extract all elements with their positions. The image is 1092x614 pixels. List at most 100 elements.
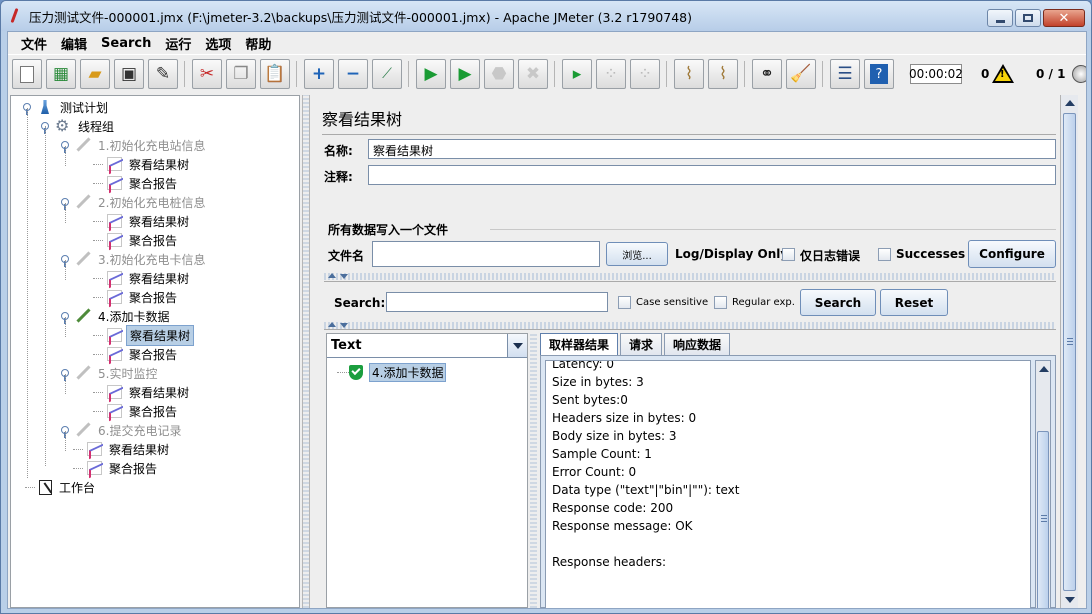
tab-request[interactable]: 请求 (620, 333, 663, 355)
tree-node[interactable]: 2.初始化充电桩信息 (61, 193, 208, 211)
result-scrollbar[interactable] (1035, 360, 1051, 608)
start-no-pauses-button[interactable]: ▶ (450, 59, 480, 89)
case-sensitive-checkbox[interactable] (618, 296, 631, 309)
stop-button[interactable]: ⬣ (484, 59, 514, 89)
save-as-button[interactable]: ✎ (148, 59, 178, 89)
remote-start-icon: ▸ (572, 63, 582, 84)
cut-button[interactable]: ✂ (192, 59, 222, 89)
close-button[interactable]: ✕ (1043, 9, 1085, 27)
tree-node[interactable]: 察看结果树 (93, 324, 195, 346)
chevron-down-icon[interactable] (507, 334, 527, 357)
successes-checkbox[interactable] (878, 248, 891, 261)
regular-exp-checkbox[interactable] (714, 296, 727, 309)
grip-line (1067, 341, 1073, 342)
minimize-button[interactable] (987, 9, 1013, 27)
scroll-up-icon[interactable] (1065, 100, 1075, 106)
tree-node[interactable]: 察看结果树 (93, 269, 192, 287)
errors-only-checkbox[interactable] (782, 248, 795, 261)
tree-node[interactable]: 3.初始化充电卡信息 (61, 250, 208, 268)
collapse-all-button[interactable]: − (338, 59, 368, 89)
tree-node[interactable]: 4.添加卡数据 (61, 307, 172, 325)
result-line: Response headers: (552, 555, 667, 569)
tree-node[interactable]: 察看结果树 (93, 383, 192, 401)
open-icon: ▰ (88, 63, 102, 84)
browse-button[interactable]: 浏览... (606, 242, 668, 266)
sampler-result-text[interactable]: Latency: 0 Size in bytes: 3 Sent bytes:0 He… (545, 360, 1031, 608)
tab-sampler-result[interactable]: 取样器结果 (540, 333, 619, 355)
grip-line (1067, 344, 1073, 345)
maximize-button[interactable] (1015, 9, 1041, 27)
collapse-down-icon (340, 323, 348, 328)
lower-split-divider[interactable] (324, 322, 1056, 329)
scroll-up-icon[interactable] (1039, 366, 1049, 372)
result-line: SampleResult fields: (552, 607, 739, 608)
tree-node[interactable]: 6.提交充电记录 (61, 421, 184, 439)
search-submit-button[interactable]: Search (800, 289, 876, 316)
function-helper-button[interactable]: ☰ (830, 59, 860, 89)
scrollbar-thumb[interactable] (1037, 431, 1049, 608)
reset-button[interactable]: Reset (880, 289, 948, 316)
new-button[interactable] (12, 59, 42, 89)
remote-stop-button[interactable]: ⁘ (596, 59, 626, 89)
comment-input[interactable] (368, 165, 1056, 185)
tree-node[interactable]: 察看结果树 (93, 155, 192, 173)
tree-node[interactable]: 测试计划 (23, 98, 111, 116)
menu-search[interactable]: Search (94, 36, 158, 51)
tree-node[interactable]: 聚合报告 (93, 402, 180, 420)
tree-node[interactable]: 察看结果树 (73, 440, 172, 458)
remote-shutdown-button[interactable]: ⁘ (630, 59, 660, 89)
search-button[interactable]: ⚭ (752, 59, 782, 89)
shutdown-button[interactable]: ✖ (518, 59, 548, 89)
start-button[interactable]: ▶ (416, 59, 446, 89)
remote-start-button[interactable]: ▸ (562, 59, 592, 89)
tree-node[interactable]: 察看结果树 (93, 212, 192, 230)
expand-all-button[interactable]: + (304, 59, 334, 89)
toggle-button[interactable]: ⟋ (372, 59, 402, 89)
menu-run[interactable]: 运行 (158, 34, 198, 53)
clear-all-button[interactable]: ⌇ (708, 59, 738, 89)
name-input[interactable]: 察看结果树 (368, 139, 1056, 159)
tree-node[interactable]: 聚合报告 (93, 288, 180, 306)
paste-button[interactable]: 📋 (260, 59, 290, 89)
help-button[interactable]: ? (864, 59, 894, 89)
tree-node[interactable]: 聚合报告 (93, 231, 180, 249)
tree-node[interactable]: 1.初始化充电站信息 (61, 136, 208, 154)
scroll-down-icon[interactable] (1065, 597, 1075, 603)
search-input[interactable] (386, 292, 608, 312)
copy-button[interactable]: ❐ (226, 59, 256, 89)
tree-node[interactable]: 聚合报告 (93, 174, 180, 192)
listener-icon (107, 404, 122, 418)
result-tabs: 取样器结果 请求 响应数据 (540, 333, 732, 355)
results-split-divider[interactable] (530, 333, 537, 608)
menu-options[interactable]: 选项 (198, 34, 238, 53)
tree-node-label: 1.初始化充电站信息 (98, 138, 206, 153)
tree-node[interactable]: 线程组 (41, 116, 117, 135)
tree-node[interactable]: 聚合报告 (93, 345, 180, 363)
list-item[interactable]: 4.添加卡数据 (337, 363, 447, 382)
scrollbar-thumb[interactable] (1063, 113, 1076, 591)
open-button[interactable]: ▰ (80, 59, 110, 89)
tab-response-data[interactable]: 响应数据 (664, 333, 731, 355)
menu-bar: 文件 编辑 Search 运行 选项 帮助 (8, 32, 1086, 54)
tree-node[interactable]: 工作台 (25, 478, 98, 496)
filename-input[interactable] (372, 241, 600, 267)
result-line: Response message: OK (552, 519, 693, 533)
save-button[interactable]: ▣ (114, 59, 144, 89)
menu-edit[interactable]: 编辑 (54, 34, 94, 53)
reset-search-button[interactable]: 🧹 (786, 59, 816, 89)
toolbar-separator (744, 61, 745, 87)
tree-node[interactable]: 聚合报告 (73, 459, 160, 477)
close-icon: ✕ (1058, 10, 1070, 26)
menu-file[interactable]: 文件 (14, 34, 54, 53)
split-pane-divider[interactable] (302, 95, 310, 608)
panel-scrollbar[interactable] (1060, 95, 1078, 608)
result-line: Response code: 200 (552, 501, 674, 515)
tree-node[interactable]: 5.实时监控 (61, 364, 160, 382)
tree-connector (93, 410, 103, 412)
renderer-select[interactable]: Text (327, 334, 527, 358)
upper-split-divider[interactable] (324, 273, 1056, 280)
clear-button[interactable]: ⌇ (674, 59, 704, 89)
templates-button[interactable]: ▦ (46, 59, 76, 89)
configure-button[interactable]: Configure (968, 240, 1056, 268)
menu-help[interactable]: 帮助 (238, 34, 278, 53)
